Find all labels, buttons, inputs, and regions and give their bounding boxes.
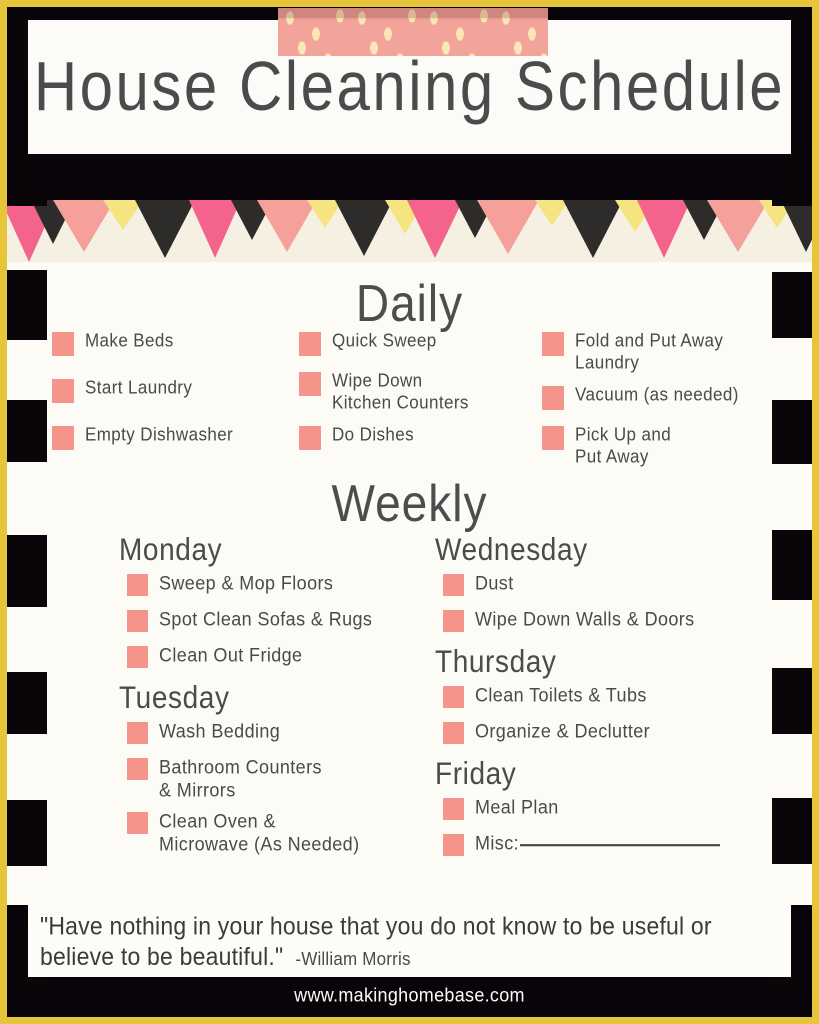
weekly-task-label: Wash Bedding — [159, 720, 281, 742]
weekly-column-2: Wednesday Dust Wipe Down Walls & Doors Thur… — [435, 531, 765, 870]
checkbox-icon[interactable] — [542, 426, 564, 451]
checkbox-icon[interactable] — [542, 332, 564, 356]
checkbox-icon[interactable] — [127, 722, 148, 744]
day-block-wednesday: Wednesday Dust Wipe Down Walls & Doors — [435, 531, 765, 632]
weekly-section-heading: Weekly — [331, 473, 488, 533]
checkbox-icon[interactable] — [52, 332, 74, 356]
weekly-task-item[interactable]: Clean Toilets & Tubs — [443, 684, 765, 708]
checkbox-icon[interactable] — [127, 812, 148, 835]
triangle-bunting-banner — [7, 200, 812, 262]
daily-task-item[interactable]: Quick Sweep — [299, 330, 524, 356]
checkbox-icon[interactable] — [299, 372, 321, 396]
daily-task-label: Do Dishes — [332, 424, 415, 445]
daily-task-item[interactable]: Do Dishes — [299, 424, 524, 451]
daily-section-heading: Daily — [355, 273, 464, 333]
cleaning-schedule-printable: House Cleaning Schedule Daily Make Beds S… — [0, 0, 819, 1024]
daily-task-label: Make Beds — [85, 330, 174, 351]
weekly-task-label: Wipe Down Walls & Doors — [475, 608, 695, 630]
checkbox-icon[interactable] — [443, 722, 464, 744]
bunting-triangle — [477, 200, 539, 254]
bunting-triangle — [781, 200, 812, 252]
checkbox-icon[interactable] — [443, 610, 464, 632]
daily-task-item[interactable]: Empty Dishwasher — [52, 424, 282, 450]
daily-task-item[interactable]: Wipe Down Kitchen Counters — [299, 370, 524, 413]
weekly-task-item[interactable]: Clean Out Fridge — [127, 644, 419, 668]
daily-task-item[interactable]: Start Laundry — [52, 377, 282, 403]
weekly-task-label: Spot Clean Sofas & Rugs — [159, 608, 373, 630]
weekly-task-label: Meal Plan — [475, 796, 559, 818]
weekly-task-label: Organize & Declutter — [475, 720, 651, 742]
daily-column-1: Make Beds Start Laundry Empty Dishwasher — [52, 330, 282, 471]
daily-task-label: Wipe Down Kitchen Counters — [332, 370, 469, 413]
checkbox-icon[interactable] — [52, 426, 74, 450]
weekly-task-label: Sweep & Mop Floors — [159, 572, 334, 594]
checkbox-icon[interactable] — [443, 834, 464, 856]
daily-task-columns: Make Beds Start Laundry Empty Dishwasher Qu… — [7, 330, 812, 470]
day-heading: Tuesday — [119, 679, 230, 715]
day-heading: Friday — [435, 755, 517, 791]
weekly-task-label: Bathroom Counters & Mirrors — [159, 756, 322, 802]
weekly-column-1: Monday Sweep & Mop Floors Spot Clean Sofas… — [119, 531, 419, 867]
weekly-task-item[interactable]: Clean Oven & Microwave (As Needed) — [127, 810, 419, 856]
day-block-monday: Monday Sweep & Mop Floors Spot Clean Sofas… — [119, 531, 419, 668]
checkbox-icon[interactable] — [127, 758, 148, 780]
weekly-task-item[interactable]: Bathroom Counters & Mirrors — [127, 756, 419, 801]
daily-column-2: Quick Sweep Wipe Down Kitchen Counters Do … — [299, 330, 524, 464]
day-heading: Wednesday — [435, 531, 588, 567]
checkbox-icon[interactable] — [299, 332, 321, 356]
page-title: House Cleaning Schedule — [33, 47, 786, 126]
weekly-task-label: Clean Out Fridge — [159, 644, 303, 666]
weekly-task-item[interactable]: Sweep & Mop Floors — [127, 572, 419, 596]
checkbox-icon[interactable] — [127, 646, 148, 668]
checkbox-icon[interactable] — [443, 574, 464, 596]
day-block-tuesday: Tuesday Wash Bedding Bathroom Counters & M… — [119, 679, 419, 856]
checkbox-icon[interactable] — [542, 386, 564, 411]
bunting-triangle — [563, 200, 623, 258]
daily-task-label: Fold and Put Away Laundry — [575, 330, 724, 373]
misc-write-in-line[interactable] — [520, 844, 720, 847]
daily-task-item[interactable]: Make Beds — [52, 330, 282, 356]
daily-task-label: Vacuum (as needed) — [575, 384, 739, 405]
weekly-task-label: Clean Oven & Microwave (As Needed) — [159, 810, 360, 856]
quote-author: -William Morris — [295, 948, 411, 970]
weekly-task-item[interactable]: Organize & Declutter — [443, 720, 765, 744]
weekly-task-item[interactable]: Dust — [443, 572, 765, 596]
weekly-task-label: Misc: — [475, 832, 720, 855]
day-heading: Thursday — [435, 643, 557, 679]
checkbox-icon[interactable] — [443, 798, 464, 820]
site-url[interactable]: www.makinghomebase.com — [0, 984, 819, 1007]
weekly-task-label: Clean Toilets & Tubs — [475, 684, 647, 706]
checkbox-icon[interactable] — [443, 686, 464, 708]
weekly-task-item[interactable]: Wipe Down Walls & Doors — [443, 608, 765, 632]
day-block-friday: Friday Meal Plan Misc: — [435, 755, 765, 856]
daily-task-label: Start Laundry — [85, 377, 193, 398]
checkbox-icon[interactable] — [52, 379, 74, 403]
quote-card: "Have nothing in your house that you do … — [28, 905, 791, 977]
weekly-task-item[interactable]: Meal Plan — [443, 796, 765, 820]
weekly-task-item[interactable]: Spot Clean Sofas & Rugs — [127, 608, 419, 632]
checkbox-icon[interactable] — [127, 610, 148, 632]
daily-task-label: Empty Dishwasher — [85, 424, 234, 445]
checkbox-icon[interactable] — [127, 574, 148, 596]
daily-column-3: Fold and Put Away Laundry Vacuum (as need… — [542, 330, 807, 478]
bunting-triangle — [135, 200, 195, 258]
daily-task-item[interactable]: Fold and Put Away Laundry — [542, 330, 807, 373]
day-block-thursday: Thursday Clean Toilets & Tubs Organize & D… — [435, 643, 765, 744]
daily-task-item[interactable]: Vacuum (as needed) — [542, 384, 807, 411]
schedule-body: Daily Make Beds Start Laundry Empty Dishwa… — [7, 262, 812, 904]
daily-task-label: Pick Up and Put Away — [575, 424, 672, 468]
weekly-task-item[interactable]: Misc: — [443, 832, 765, 856]
daily-task-item[interactable]: Pick Up and Put Away — [542, 424, 807, 467]
washi-tape-decor — [278, 8, 548, 56]
quote-block: "Have nothing in your house that you do … — [40, 911, 779, 972]
checkbox-icon[interactable] — [299, 426, 321, 451]
weekly-task-item[interactable]: Wash Bedding — [127, 720, 419, 744]
weekly-day-columns: Monday Sweep & Mop Floors Spot Clean Sofas… — [7, 531, 812, 904]
weekly-task-label: Dust — [475, 572, 514, 594]
day-heading: Monday — [119, 531, 223, 567]
daily-task-label: Quick Sweep — [332, 330, 437, 351]
